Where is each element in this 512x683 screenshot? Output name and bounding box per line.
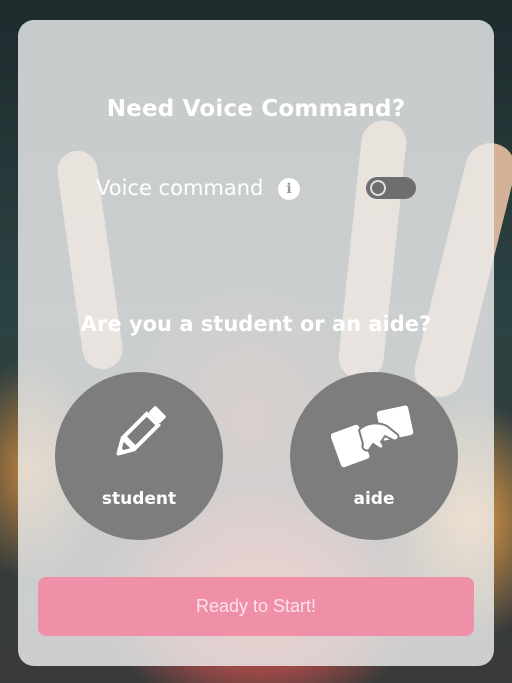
page-title: Need Voice Command? (106, 96, 406, 122)
info-icon[interactable]: i (278, 178, 300, 200)
student-label: student (101, 489, 177, 509)
voice-command-row: Voice command i (96, 172, 418, 206)
ready-to-start-button[interactable]: Ready to Start! (38, 577, 474, 636)
aide-label: aide (353, 489, 395, 509)
aide-role-button[interactable]: aide (290, 372, 458, 540)
role-question: Are you a student or an aide? (80, 312, 432, 336)
toggle-knob (370, 180, 386, 196)
handshake-icon (331, 405, 414, 468)
voice-command-toggle[interactable] (366, 177, 416, 199)
voice-command-label: Voice command (96, 176, 264, 200)
student-role-button[interactable]: student (55, 372, 223, 540)
pencil-icon (116, 406, 166, 456)
